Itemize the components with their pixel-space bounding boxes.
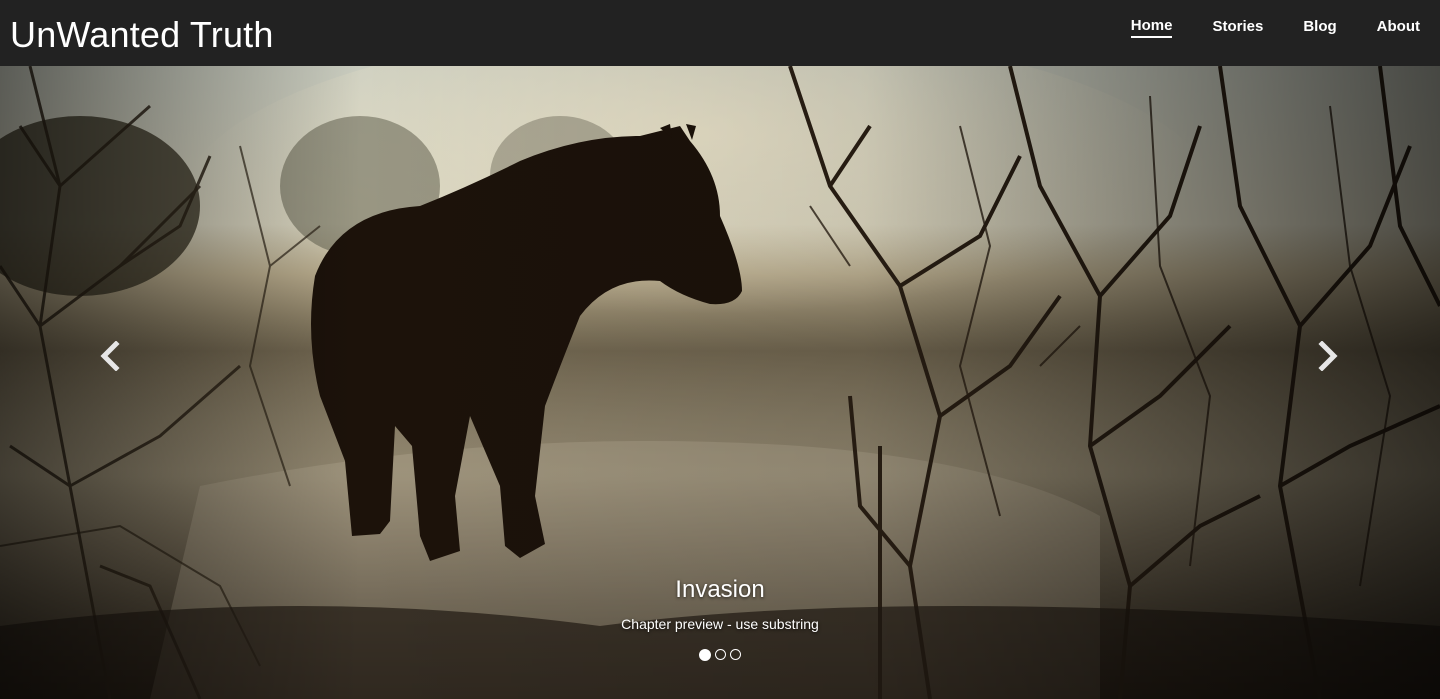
navbar: UnWanted Truth Home Stories Blog About bbox=[0, 0, 1440, 66]
chevron-left-icon bbox=[100, 341, 120, 371]
carousel-caption: Invasion Chapter preview - use substring bbox=[0, 576, 1440, 632]
brand-logo[interactable]: UnWanted Truth bbox=[10, 17, 274, 53]
slide-description: Chapter preview - use substring bbox=[621, 616, 819, 632]
chevron-right-icon bbox=[1318, 341, 1338, 371]
slide-title: Invasion bbox=[675, 576, 765, 603]
carousel-prev-button[interactable] bbox=[90, 336, 130, 376]
nav-link-blog[interactable]: Blog bbox=[1303, 18, 1336, 37]
nav-link-home[interactable]: Home bbox=[1130, 17, 1173, 38]
nav-link-about[interactable]: About bbox=[1377, 18, 1420, 37]
carousel-indicator-3[interactable] bbox=[730, 649, 741, 660]
carousel-next-button[interactable] bbox=[1308, 336, 1348, 376]
nav-links: Home Stories Blog About bbox=[1130, 17, 1420, 38]
nav-link-stories[interactable]: Stories bbox=[1212, 18, 1263, 37]
hero-carousel: Invasion Chapter preview - use substring bbox=[0, 66, 1440, 699]
carousel-indicator-2[interactable] bbox=[715, 649, 726, 660]
carousel-indicator-1[interactable] bbox=[699, 649, 711, 661]
carousel-indicators bbox=[0, 649, 1440, 661]
